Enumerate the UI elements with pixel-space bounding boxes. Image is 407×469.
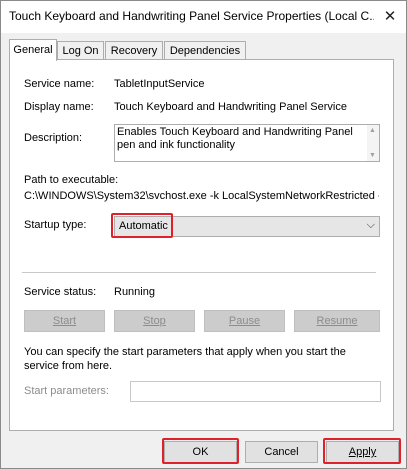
service-name-value: TabletInputService (114, 78, 205, 90)
service-name-label: Service name: (24, 78, 95, 90)
start-params-label: Start parameters: (24, 385, 109, 397)
stop-button-label: Stop (143, 315, 166, 327)
pause-button[interactable]: Pause (204, 310, 285, 332)
pause-button-label: Pause (228, 315, 261, 327)
close-icon[interactable]: ✕ (380, 7, 400, 27)
start-params-info: You can specify the start parameters tha… (24, 346, 346, 372)
display-name-label: Display name: (24, 101, 94, 113)
scroll-down-icon[interactable]: ▼ (369, 152, 376, 159)
tab-dependencies[interactable]: Dependencies (164, 41, 246, 60)
separator (22, 272, 376, 273)
service-properties-dialog: Touch Keyboard and Handwriting Panel Ser… (0, 0, 407, 469)
apply-highlight (323, 438, 401, 464)
chevron-down-icon[interactable]: ⌵ (367, 219, 375, 232)
tab-general[interactable]: General (9, 39, 57, 61)
resume-button-label: Resume (316, 315, 358, 327)
display-name-value: Touch Keyboard and Handwriting Panel Ser… (114, 101, 347, 113)
startup-type-label: Startup type: (24, 219, 87, 231)
scroll-up-icon[interactable]: ▲ (369, 127, 376, 134)
stop-button[interactable]: Stop (114, 310, 195, 332)
description-value: Enables Touch Keyboard and Handwriting P… (117, 126, 353, 151)
start-params-input[interactable] (130, 381, 381, 402)
description-label: Description: (24, 132, 83, 144)
service-status-label: Service status: (24, 286, 97, 298)
general-tab-panel: Service name: TabletInputService Display… (9, 59, 394, 431)
cancel-button[interactable]: Cancel (245, 441, 318, 463)
start-button-label: Start (52, 315, 77, 327)
service-status-value: Running (114, 286, 155, 298)
description-field[interactable]: Enables Touch Keyboard and Handwriting P… (114, 124, 380, 162)
startup-type-highlight (111, 213, 173, 238)
start-button[interactable]: Start (24, 310, 105, 332)
tab-recovery[interactable]: Recovery (105, 41, 163, 60)
title-bar: Touch Keyboard and Handwriting Panel Ser… (1, 1, 406, 33)
description-scrollbar[interactable]: ▲ ▼ (367, 125, 379, 161)
path-value: C:\WINDOWS\System32\svchost.exe -k Local… (24, 190, 379, 202)
tab-log-on[interactable]: Log On (57, 41, 104, 60)
resume-button[interactable]: Resume (294, 310, 380, 332)
ok-highlight (162, 438, 239, 464)
path-label: Path to executable: (24, 174, 119, 186)
window-title: Touch Keyboard and Handwriting Panel Ser… (9, 9, 374, 23)
